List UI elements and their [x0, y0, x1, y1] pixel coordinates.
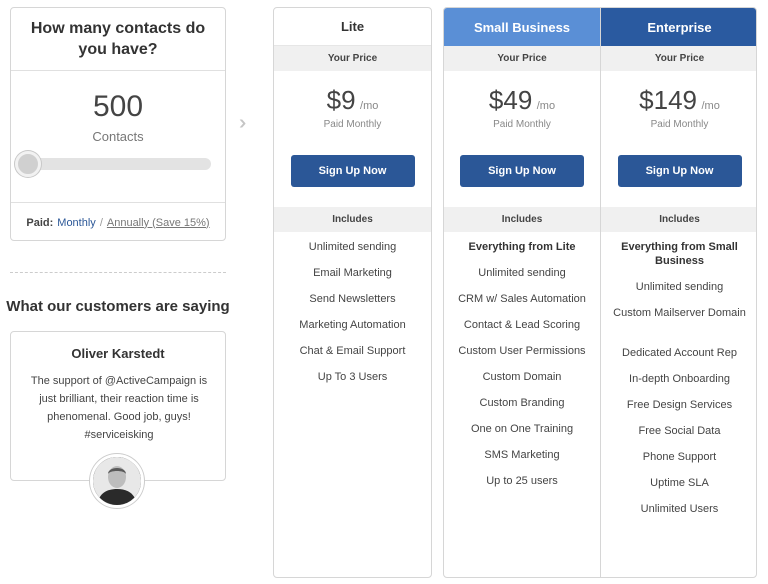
testimonial-name: Oliver Karstedt	[71, 346, 165, 361]
list-item: Unlimited Users	[640, 503, 719, 515]
contacts-card: How many contacts do you have? 500 Conta…	[10, 7, 226, 241]
price-amount: $149	[639, 85, 698, 115]
sign-up-button-small-business[interactable]: Sign Up Now	[460, 155, 584, 187]
plan-enterprise-price: $149 /mo Paid Monthly	[601, 71, 756, 155]
list-item: Dedicated Account Rep	[622, 347, 737, 359]
list-item: In-depth Onboarding	[629, 373, 730, 385]
price-period: /mo	[536, 100, 556, 112]
paid-label: Paid:	[26, 216, 54, 229]
plan-lite-price: $9 /mo Paid Monthly	[274, 71, 431, 155]
testimonial-quote: The support of @ActiveCampaign is just b…	[30, 375, 208, 441]
list-item: Unlimited sending	[635, 281, 724, 293]
contacts-slider-handle[interactable]	[15, 151, 41, 177]
billing-note: Paid Monthly	[650, 119, 709, 130]
list-item: Custom User Permissions	[458, 345, 586, 357]
list-item: Chat & Email Support	[299, 345, 406, 357]
plan-enterprise-title: Enterprise	[601, 8, 756, 46]
includes-label: Includes	[601, 207, 756, 232]
plan-enterprise: Enterprise Your Price $149 /mo Paid Mont…	[601, 8, 756, 528]
sign-up-button-lite[interactable]: Sign Up Now	[290, 155, 415, 187]
billing-note: Paid Monthly	[493, 119, 551, 130]
plans-paid-container: Small Business Your Price $49 /mo Paid M…	[443, 7, 757, 578]
list-item: Unlimited sending	[478, 267, 566, 279]
price-period: /mo	[360, 100, 379, 112]
includes-label: Includes	[444, 207, 600, 232]
list-item: One on One Training	[470, 423, 574, 435]
plan-lite: Lite Your Price $9 /mo Paid Monthly Sign…	[273, 7, 432, 578]
feature-list-small-business: Everything from Lite Unlimited sending C…	[444, 232, 600, 500]
section-divider	[10, 272, 226, 273]
monthly-option[interactable]: Monthly	[57, 217, 96, 229]
your-price-label: Your Price	[444, 46, 600, 71]
plan-small-business-price: $49 /mo Paid Monthly	[444, 71, 600, 155]
feature-list-lite: Unlimited sending Email Marketing Send N…	[274, 232, 431, 396]
list-item: Everything from Lite	[468, 241, 576, 253]
price-period: /mo	[701, 100, 720, 112]
sign-up-button-enterprise[interactable]: Sign Up Now	[617, 155, 742, 187]
list-item: Uptime SLA	[650, 477, 709, 489]
list-item: CRM w/ Sales Automation	[458, 293, 586, 305]
plan-small-business-title: Small Business	[444, 8, 600, 46]
list-item: Custom Domain	[482, 371, 562, 383]
contacts-label: Contacts	[92, 129, 144, 144]
list-item: Marketing Automation	[299, 319, 406, 331]
billing-separator: /	[99, 216, 103, 229]
double-chevron-right-icon: ››	[239, 112, 248, 134]
list-item: Up To 3 Users	[317, 371, 388, 383]
your-price-label: Your Price	[601, 46, 756, 71]
price-amount: $49	[488, 85, 533, 115]
feature-list-enterprise: Everything from Small Business Unlimited…	[601, 232, 756, 528]
annually-option[interactable]: Annually (Save 15%)	[107, 217, 210, 229]
list-item: Email Marketing	[313, 267, 392, 279]
plan-small-business: Small Business Your Price $49 /mo Paid M…	[444, 8, 600, 500]
contacts-question: How many contacts do you have?	[11, 8, 225, 71]
price-amount: $9	[326, 85, 356, 115]
list-item: Free Design Services	[626, 399, 733, 411]
list-item-social-data[interactable]: Free Social Data	[601, 424, 756, 450]
list-item: Custom Mailserver Domain	[613, 307, 746, 319]
includes-label: Includes	[274, 207, 431, 232]
list-item: Unlimited sending	[308, 241, 397, 253]
billing-note: Paid Monthly	[323, 119, 382, 130]
list-item: Phone Support	[642, 451, 717, 463]
contacts-count: 500	[92, 90, 144, 123]
customers-title: What our customers are saying	[6, 298, 230, 315]
list-item: SMS Marketing	[484, 449, 560, 461]
your-price-label: Your Price	[274, 46, 431, 71]
contacts-slider-track[interactable]	[25, 158, 211, 170]
avatar	[90, 454, 144, 508]
plan-lite-title: Lite	[274, 8, 431, 46]
list-item: Send Newsletters	[309, 293, 396, 305]
list-item: Everything from Small Business	[621, 241, 738, 267]
list-item: Up to 25 users	[486, 475, 558, 487]
billing-period-selector: Paid: Monthly / Annually (Save 15%)	[11, 202, 225, 242]
list-item: Custom Branding	[479, 397, 565, 409]
list-item: Contact & Lead Scoring	[463, 319, 581, 331]
